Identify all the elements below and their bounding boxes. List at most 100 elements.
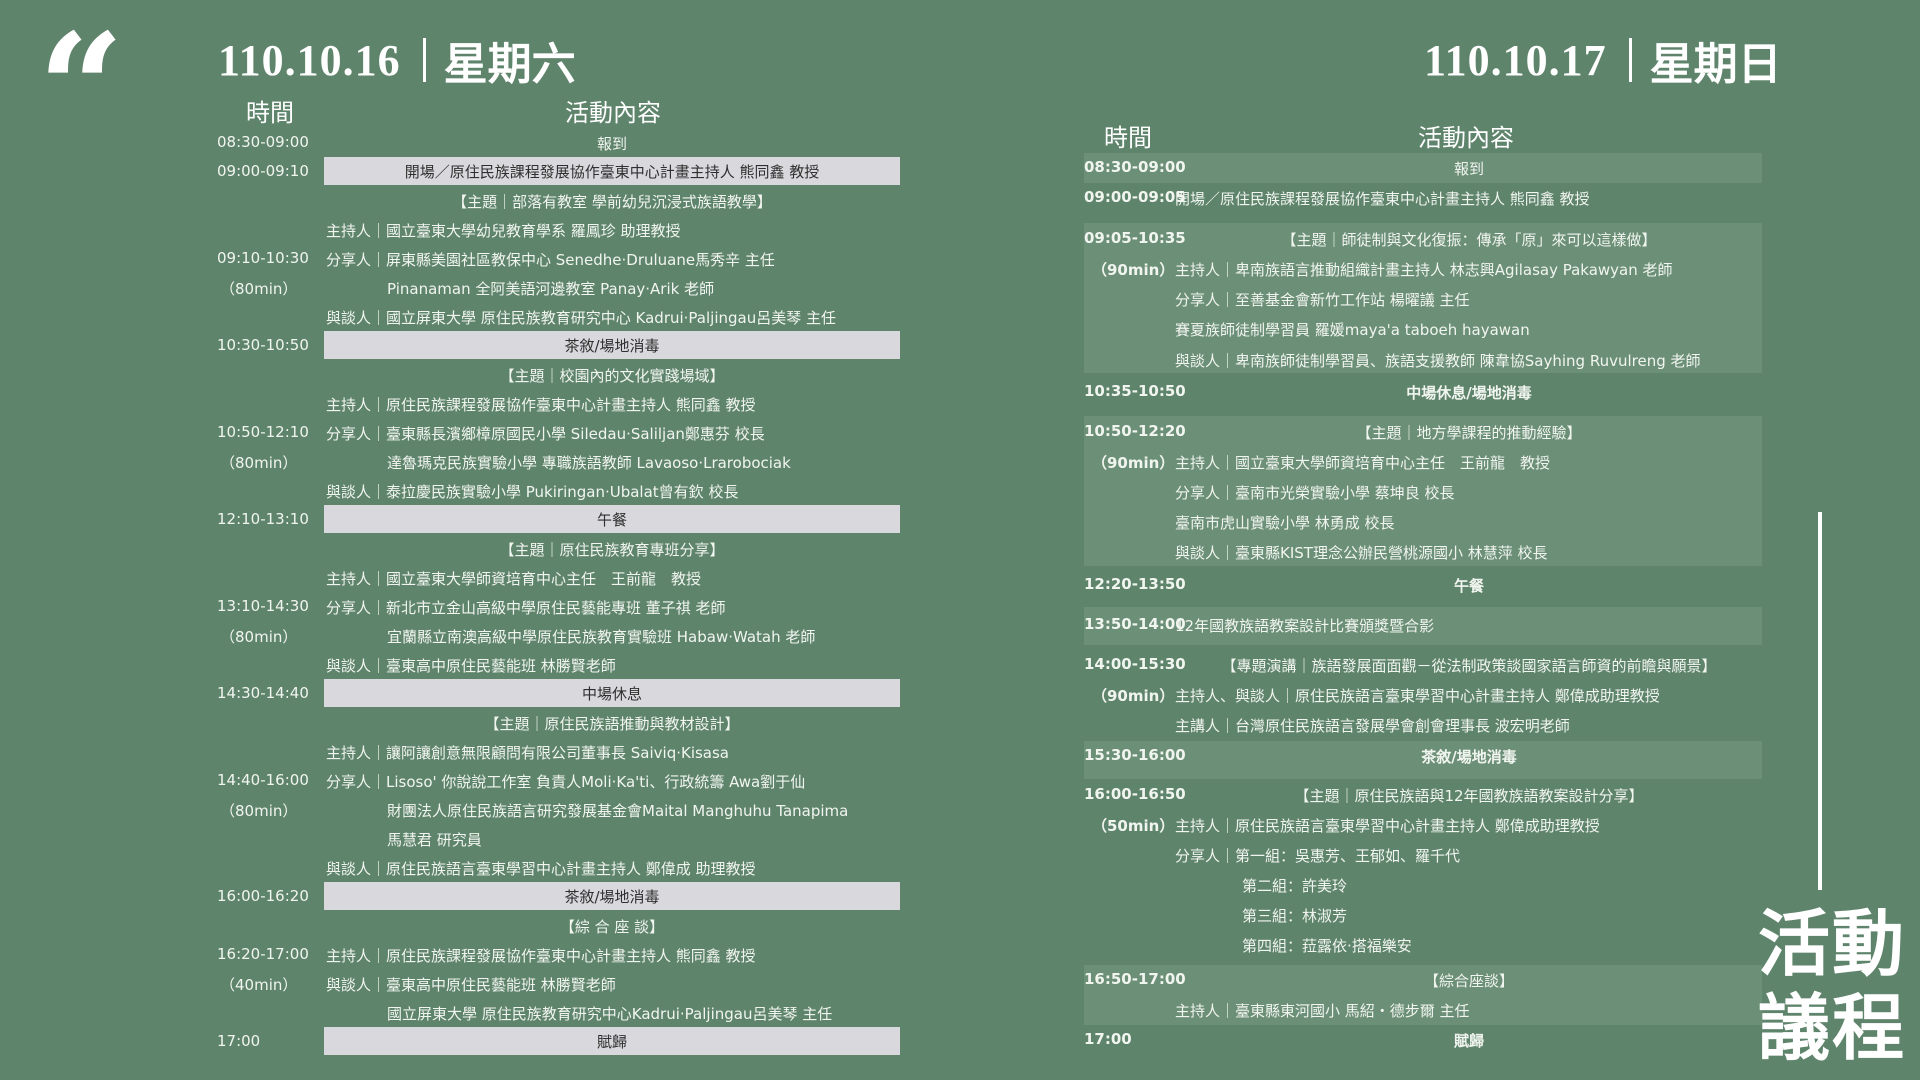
day1-role-line: 主持人｜讓阿讓創意無限顧問有限公司董事長 Saiviq·Kisasa [326,744,730,762]
day1-speaker-line: 財團法人原住民族語言研究發展基金會Maital Manghuhu Tanapim… [387,802,849,820]
day1-divider [422,38,426,82]
side-vertical-rule [1818,512,1822,890]
day1-role-line: 與談人｜臺東高中原住民藝能班 林勝賢老師 [326,976,616,994]
day1-role-line: 與談人｜泰拉慶民族實驗小學 Pukiringan·Ubalat曾有欽 校長 [326,483,739,501]
day2-col-content: 活動內容 [1418,124,1514,152]
day1-col-content: 活動內容 [565,99,661,127]
day2-session-title: 午餐 [1453,577,1484,595]
day1-speaker-line: Pinanaman 全阿美語河邊教室 Panay·Arik 老師 [387,280,715,298]
day1-role-line: 與談人｜國立屏東大學 原住民族教育研究中心 Kadrui·Paljingau呂美… [326,309,836,327]
day1-weekday: 星期六 [443,39,576,90]
day1-time-label: 17:00 [217,1032,261,1050]
day2-time-label: 10:50-12:20 [1084,422,1186,440]
day1-role-line: 分享人｜臺東縣長濱鄉樟原國民小學 Siledau·Saliljan鄭惠芬 校長 [326,425,765,443]
day2-session-title: 中場休息/場地消毒 [1406,384,1532,402]
day2-duration-label: （90min） [1092,687,1175,705]
day2-role-line: 第二組：許美玲 [1242,877,1348,895]
day2-time-label: 08:30-09:00 [1084,158,1186,176]
day2-role-line: 分享人｜第一組：吳惠芳、王郁如、羅千代 [1175,847,1461,865]
day1-time-label: 10:30-10:50 [217,336,309,354]
day1-time-label: 09:10-10:30 [217,249,309,267]
day1-header: 110.10.16 星期六 [218,28,576,92]
day2-role-line: 主持人｜臺東縣東河國小 馬紹・德步爾 主任 [1175,1002,1470,1020]
day2-role-line: 第四組：菈露依·搭福樂安 [1242,937,1412,955]
day1-role-line: 分享人｜新北市立金山高級中學原住民藝能專班 董子祺 老師 [326,599,726,617]
day2-role-line: 12年國教族語教案設計比賽頒獎暨合影 [1175,617,1435,635]
day1-duration-label: （40min） [220,976,298,994]
day2-role-line: 分享人｜臺南市光榮實驗小學 蔡坤良 校長 [1175,484,1455,502]
day1-col-time: 時間 [246,99,294,127]
day1-time-label: 08:30-09:00 [217,133,309,151]
day2-role-line: 賽夏族師徒制學習員 羅媛maya'a taboeh hayawan [1175,321,1530,339]
day1-session-title: 【綜 合 座 談】 [559,918,665,936]
day1-role-line: 與談人｜原住民族語言臺東學習中心計畫主持人 鄭偉成 助理教授 [326,860,756,878]
day1-highlight-bar: 賦歸 [324,1027,900,1055]
day1-time-label: 12:10-13:10 [217,510,309,528]
day1-role-line: 分享人｜屏東縣美園社區教保中心 Senedhe·Druluane馬秀辛 主任 [326,251,775,269]
day1-role-line: 主持人｜國立臺東大學幼兒教育學系 羅鳳珍 助理教授 [326,222,681,240]
day1-highlight-bar: 茶敘/場地消毒 [324,331,900,359]
side-title-line2: 議程 [1758,986,1907,1070]
day2-time-label: 16:00-16:50 [1084,785,1186,803]
day1-session-title: 【主題｜校園內的文化實踐場域】 [499,367,725,385]
day2-time-label: 13:50-14:00 [1084,615,1186,633]
day2-weekday: 星期日 [1649,39,1782,90]
day2-session-title: 賦歸 [1453,1032,1484,1050]
side-title-line1: 活動 [1758,902,1907,986]
day1-duration-label: （80min） [220,454,298,472]
day2-role-line: 主持人｜卑南族語言推動組織計畫主持人 林志興Agilasay Pakawyan … [1175,261,1673,279]
day1-role-line: 主持人｜國立臺東大學師資培育中心主任 王前龍 教授 [326,570,702,588]
day1-role-line: 主持人｜原住民族課程發展協作臺東中心計畫主持人 熊同鑫 教授 [326,947,756,965]
day2-role-line: 與談人｜卑南族師徒制學習員、族語支援教師 陳韋協Sayhing Ruvulren… [1175,352,1701,370]
day2-duration-label: （90min） [1092,261,1175,279]
day1-duration-label: （80min） [220,802,298,820]
day2-role-line: 主持人、與談人｜原住民族語言臺東學習中心計畫主持人 鄭偉成助理教授 [1175,687,1660,705]
day2-time-label: 16:50-17:00 [1084,970,1186,988]
day2-role-line: 分享人｜至善基金會新竹工作站 楊曜議 主任 [1175,291,1470,309]
day2-divider [1628,38,1632,82]
day1-role-line: 主持人｜原住民族課程發展協作臺東中心計畫主持人 熊同鑫 教授 [326,396,756,414]
day1-highlight-bar: 開場／原住民族課程發展協作臺東中心計畫主持人 熊同鑫 教授 [324,157,900,185]
day2-session-title: 報到 [1453,160,1484,178]
day2-col-time: 時間 [1104,124,1152,152]
day1-time-label: 14:30-14:40 [217,684,309,702]
day1-date: 110.10.16 [218,35,401,85]
day1-session-title: 【主題｜原住民族語推動與教材設計】 [484,715,740,733]
day2-role-line: 主講人｜台灣原住民族語言發展學會創會理事長 波宏明老師 [1175,717,1570,735]
day1-session-title: 【主題｜原住民族教育專班分享】 [499,541,725,559]
day2-role-line: 主持人｜國立臺東大學師資培育中心主任 王前龍 教授 [1175,454,1551,472]
day1-highlight-bar: 中場休息 [324,679,900,707]
day1-speaker-line: 馬慧君 研究員 [387,831,482,849]
day1-role-line: 與談人｜臺東高中原住民藝能班 林勝賢老師 [326,657,616,675]
day1-highlight-bar: 茶敘/場地消毒 [324,882,900,910]
day2-role-line: 與談人｜臺東縣KIST理念公辦民營桃源國小 林慧萍 校長 [1175,544,1548,562]
day2-session-title: 【綜合座談】 [1423,972,1514,990]
day2-duration-label: （50min） [1092,817,1175,835]
day2-time-label: 09:05-10:35 [1084,229,1186,247]
day2-time-label: 17:00 [1084,1030,1132,1048]
day1-time-label: 16:20-17:00 [217,945,309,963]
day2-session-title: 茶敘/場地消毒 [1421,748,1517,766]
day1-duration-label: （80min） [220,628,298,646]
day2-time-label: 10:35-10:50 [1084,382,1186,400]
quote-mark-icon: “ [38,1,125,177]
day1-session-title: 【主題｜部落有教室 學前幼兒沉浸式族語教學】 [452,193,772,211]
day1-role-line: 分享人｜Lisoso' 你說說工作室 負責人Moli·Ka'ti、行政統籌 Aw… [326,773,806,791]
day2-duration-label: （90min） [1092,454,1175,472]
day2-role-line: 主持人｜原住民族語言臺東學習中心計畫主持人 鄭偉成助理教授 [1175,817,1600,835]
day1-highlight-bar: 午餐 [324,505,900,533]
day1-time-label: 09:00-09:10 [217,162,309,180]
day1-duration-label: （80min） [220,280,298,298]
day2-date: 110.10.17 [1424,35,1607,85]
day2-time-label: 09:00-09:05 [1084,188,1186,206]
day1-session-title: 報到 [596,135,627,153]
day2-role-line: 第三組：林淑芳 [1242,907,1348,925]
day2-role-line: 臺南市虎山實驗小學 林勇成 校長 [1175,514,1395,532]
day2-session-title: 【主題｜原住民族語與12年國教族語教案設計分享】 [1294,787,1644,805]
day2-time-label: 14:00-15:30 [1084,655,1186,673]
day1-speaker-line: 達魯瑪克民族實驗小學 專職族語教師 Lavaoso·Lrarobociak [387,454,791,472]
day2-session-title: 【專題演講｜族語發展面面觀－從法制政策談國家語言師資的前瞻與願景】 [1221,657,1717,675]
day1-speaker-line: 國立屏東大學 原住民族教育研究中心Kadrui·Paljingau呂美琴 主任 [387,1005,833,1023]
day1-time-label: 13:10-14:30 [217,597,309,615]
day1-time-label: 16:00-16:20 [217,887,309,905]
